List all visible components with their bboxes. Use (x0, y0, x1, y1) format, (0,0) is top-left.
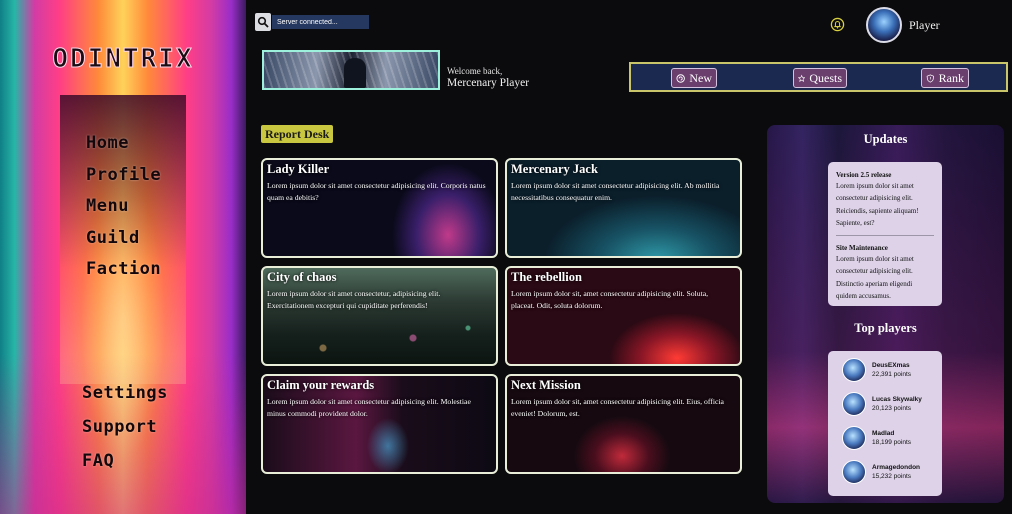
update-divider (836, 235, 934, 237)
player-avatar (842, 392, 866, 416)
nav-item-faq[interactable]: FAQ (82, 450, 168, 484)
report-card-mercenary-jack[interactable]: Mercenary Jack Lorem ipsum dolor sit ame… (505, 158, 742, 258)
player-points: 20,123 points (872, 405, 912, 412)
player-name: DeusEXmas (872, 362, 910, 369)
sidebar: ODINTRIX Home Profile Menu Guild Faction… (0, 0, 246, 514)
player-avatar (842, 358, 866, 382)
player-info: Lucas Skywalky 20,123 points (872, 395, 922, 413)
report-card-claim-rewards[interactable]: Claim your rewards Lorem ipsum dolor sit… (261, 374, 498, 474)
bell-icon[interactable] (830, 17, 845, 32)
update-body: Lorem ipsum dolor sit amet consectetur a… (836, 255, 914, 301)
banner-figure (344, 58, 366, 88)
report-card-lady-killer[interactable]: Lady Killer Lorem ipsum dolor sit amet c… (261, 158, 498, 258)
report-card-the-rebellion[interactable]: The rebellion Lorem ipsum dolor sit, ame… (505, 266, 742, 366)
player-avatar (842, 426, 866, 450)
player-info: Armagedondon 15,232 points (872, 463, 920, 481)
search-button[interactable] (255, 13, 271, 31)
player-row[interactable]: DeusEXmas 22,391 points (842, 358, 911, 382)
player-points: 15,232 points (872, 473, 912, 480)
nav-item-support[interactable]: Support (82, 416, 168, 450)
user-avatar[interactable] (866, 7, 902, 43)
right-panel: Updates Version 2.5 release Lorem ipsum … (767, 125, 1004, 503)
search-input[interactable] (272, 15, 369, 29)
player-info: DeusEXmas 22,391 points (872, 361, 911, 379)
player-row[interactable]: Armagedondon 15,232 points (842, 460, 920, 484)
welcome-greeting: Welcome back, (447, 66, 503, 76)
card-title: City of chaos (267, 270, 337, 284)
update-body: Lorem ipsum dolor sit amet consectetur a… (836, 182, 919, 227)
report-desk-label: Report Desk (261, 125, 334, 143)
rank-button[interactable]: Rank (921, 68, 969, 88)
quests-button[interactable]: Quests (793, 68, 847, 88)
secondary-nav: Settings Support FAQ (82, 382, 168, 484)
player-row[interactable]: Madlad 18,199 points (842, 426, 911, 450)
top-players-heading: Top players (854, 321, 917, 335)
nav-item-profile[interactable]: Profile (86, 164, 161, 196)
updates-box: Version 2.5 release Lorem ipsum dolor si… (828, 162, 942, 306)
search-icon (257, 16, 269, 28)
card-text: Lorem ipsum dolor sit amet consectetur a… (267, 397, 471, 418)
updates-heading: Updates (863, 132, 908, 146)
new-button-label: New (689, 70, 712, 85)
new-button[interactable]: New (671, 68, 717, 88)
update-title: Site Maintenance (836, 244, 888, 253)
nav-item-guild[interactable]: Guild (86, 227, 161, 259)
search-bar (255, 13, 369, 31)
card-title: Next Mission (511, 378, 581, 392)
player-name: Armagedondon (872, 464, 921, 471)
shield-icon (926, 74, 934, 82)
user-name[interactable]: Player (909, 18, 940, 33)
card-title: Lady Killer (267, 162, 330, 176)
player-name: Madlad (872, 430, 895, 437)
welcome-name: Mercenary Player (447, 77, 530, 89)
player-points: 18,199 points (872, 439, 912, 446)
report-card-city-of-chaos[interactable]: City of chaos Lorem ipsum dolor sit amet… (261, 266, 498, 366)
update-title: Version 2.5 release (836, 171, 892, 179)
card-text: Lorem ipsum dolor sit amet consectetur a… (267, 181, 486, 202)
player-points: 22,391 points (872, 371, 912, 378)
top-players-box: DeusEXmas 22,391 points Lucas Skywalky 2… (828, 351, 942, 496)
profile-banner (262, 50, 440, 90)
player-avatar (842, 460, 866, 484)
app-logo: ODINTRIX (52, 44, 194, 75)
player-row[interactable]: Lucas Skywalky 20,123 points (842, 392, 922, 416)
nav-item-home[interactable]: Home (86, 132, 161, 164)
main-nav: Home Profile Menu Guild Faction (86, 132, 161, 290)
card-text: Lorem ipsum dolor sit, amet consectetur … (511, 397, 724, 418)
card-title: Mercenary Jack (511, 162, 598, 176)
player-name: Lucas Skywalky (872, 396, 922, 403)
card-text: Lorem ipsum dolor sit, amet consectetur … (511, 289, 709, 310)
nav-item-menu[interactable]: Menu (86, 195, 161, 227)
player-info: Madlad 18,199 points (872, 429, 911, 447)
rank-button-label: Rank (938, 70, 964, 85)
quests-button-label: Quests (809, 70, 842, 85)
card-title: The rebellion (511, 270, 582, 284)
card-text: Lorem ipsum dolor sit amet consectetur a… (511, 181, 720, 202)
nav-item-settings[interactable]: Settings (82, 382, 168, 416)
star-icon (798, 74, 806, 82)
report-card-next-mission[interactable]: Next Mission Lorem ipsum dolor sit, amet… (505, 374, 742, 474)
plus-circle-icon (676, 73, 685, 83)
card-text: Lorem ipsum dolor sit amet consectetur, … (267, 289, 441, 310)
nav-item-faction[interactable]: Faction (86, 258, 161, 290)
action-bar: New Quests Rank (629, 62, 1008, 92)
card-title: Claim your rewards (267, 378, 375, 392)
